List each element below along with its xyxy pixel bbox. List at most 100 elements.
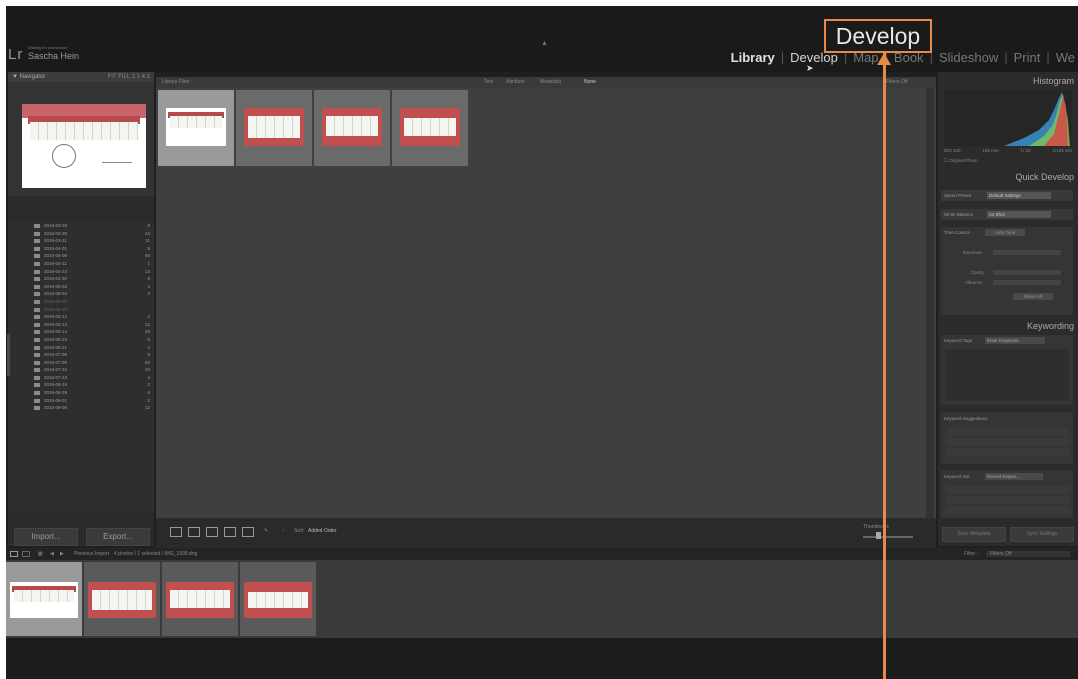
painter-icon[interactable]: ✎ — [264, 528, 268, 534]
white-balance-dropdown[interactable]: As Shot — [987, 211, 1051, 218]
sort-order-dropdown[interactable]: Added Order — [308, 528, 337, 534]
folder-item[interactable]: 2016-04-30 8 — [8, 275, 154, 283]
auto-tone-button[interactable]: Auto Tone — [985, 229, 1025, 236]
module-library[interactable]: Library — [728, 50, 778, 65]
people-view-icon[interactable] — [242, 527, 254, 537]
folder-item[interactable]: 2016-04-09 60 — [8, 252, 154, 260]
filter-attribute-option[interactable]: Attribute — [506, 77, 525, 88]
keyword-suggestions-list[interactable] — [947, 428, 1069, 458]
keywording-title[interactable]: Keywording — [1027, 321, 1074, 331]
keyword-set-list[interactable] — [947, 486, 1069, 514]
folder-count: 5 — [147, 245, 150, 251]
folder-item[interactable]: 2016-05-04 3 — [8, 290, 154, 298]
filmstrip-thumbnail[interactable] — [84, 562, 160, 636]
filter-text-option[interactable]: Text — [484, 77, 493, 88]
loupe-view-icon[interactable] — [188, 527, 200, 537]
grid-view-icon[interactable] — [170, 527, 182, 537]
folder-item[interactable]: 2016-09-01 2 — [8, 397, 154, 405]
saved-preset-row: Saved Preset Default Settings — [941, 190, 1073, 201]
grid-scrollbar[interactable] — [926, 88, 934, 528]
folder-item[interactable]: 2016-07-23 4 — [8, 374, 154, 382]
teeth — [170, 590, 230, 608]
sync-settings-button[interactable]: Sync Settings — [1010, 527, 1074, 542]
vibrance-buttons[interactable] — [993, 280, 1061, 285]
keyword-tags-field[interactable] — [945, 349, 1069, 401]
teeth — [30, 122, 138, 140]
grid-thumbnail[interactable] — [314, 90, 390, 166]
grid-thumbnail[interactable] — [392, 90, 468, 166]
thumbnail-size-slider[interactable] — [863, 536, 913, 538]
grid-thumbnail[interactable] — [158, 90, 234, 166]
folder-item[interactable]: 2016-07-08 9 — [8, 351, 154, 359]
reset-all-button[interactable]: Reset All — [1013, 293, 1053, 300]
original-photo-checkbox[interactable]: ☐ Original Photo — [944, 158, 978, 164]
folder-count: 60 — [144, 359, 150, 365]
folder-name: 2016-04-30 — [44, 276, 68, 282]
saved-preset-dropdown[interactable]: Default Settings — [987, 192, 1051, 199]
filmstrip-thumbnail[interactable] — [240, 562, 316, 636]
grid-shortcut-icon[interactable]: ▦ — [38, 548, 43, 560]
folder-item[interactable]: 2016-07-22 10 — [8, 366, 154, 374]
sync-metadata-button[interactable]: Sync Metadata — [942, 527, 1006, 542]
folder-count: 12 — [144, 405, 150, 411]
quick-develop-title[interactable]: Quick Develop — [1015, 172, 1074, 182]
folder-name: 2016-05-12 — [44, 314, 68, 320]
grid-thumbnail[interactable] — [236, 90, 312, 166]
module-web[interactable]: We — [1053, 50, 1078, 65]
filter-metadata-option[interactable]: Metadata — [540, 77, 561, 88]
folder-item[interactable]: 2016-05-14 29 — [8, 328, 154, 336]
photo — [244, 108, 304, 146]
folder-name: 2016-04-09 — [44, 253, 68, 259]
folder-item[interactable]: 2016-09-08 12 — [8, 404, 154, 412]
folder-icon — [34, 398, 40, 403]
survey-view-icon[interactable] — [224, 527, 236, 537]
folder-icon — [34, 322, 40, 327]
forward-arrow-icon[interactable]: ▶ — [60, 548, 64, 560]
folder-item[interactable]: 2016-05-23 6 — [8, 336, 154, 344]
module-slideshow[interactable]: Slideshow — [936, 50, 1001, 65]
filter-none-option[interactable]: None — [584, 77, 596, 88]
sort-direction-icon[interactable]: ↕ — [282, 528, 285, 534]
filter-preset-dropdown[interactable]: Filters Off — [886, 77, 908, 88]
left-panel-collapse-handle[interactable] — [7, 334, 10, 376]
clarity-buttons[interactable] — [993, 270, 1061, 275]
navigator-header[interactable]: ▼ Navigator FIT FILL 1:1 4:1 — [8, 72, 154, 82]
filmstrip-filter-dropdown[interactable]: Filters Off — [986, 551, 1070, 557]
collapse-top-panel-icon[interactable]: ▲ — [541, 40, 548, 47]
folder-item[interactable]: 2016-05-02 3 — [8, 283, 154, 291]
thumbnail-size-knob[interactable] — [876, 532, 881, 539]
folder-item[interactable]: 2016-03-31 11 — [8, 237, 154, 245]
folder-item[interactable]: 2016-03-28 8 — [8, 222, 154, 230]
exposure-buttons[interactable] — [993, 250, 1061, 255]
folder-item[interactable]: 2016-05-10 — [8, 306, 154, 314]
filmstrip-thumbnail[interactable] — [162, 562, 238, 636]
white-balance-label: White Balance — [944, 212, 974, 217]
folder-item[interactable]: 2016-08-29 6 — [8, 389, 154, 397]
folder-item[interactable]: 2016-06-21 4 — [8, 344, 154, 352]
folder-icon — [34, 337, 40, 342]
photo — [322, 108, 382, 146]
folder-item[interactable]: 2016-03-30 24 — [8, 230, 154, 238]
keyword-tags-dropdown[interactable]: Enter Keywords — [985, 337, 1045, 344]
folder-item[interactable]: 2016-04-24 13 — [8, 268, 154, 276]
folder-item[interactable]: 2016-07-09 60 — [8, 359, 154, 367]
folder-item[interactable]: 2016-04-11 1 — [8, 260, 154, 268]
folder-item[interactable]: 2016-05-13 12 — [8, 321, 154, 329]
folder-item[interactable]: 2016-08-18 2 — [8, 381, 154, 389]
filmstrip-source[interactable]: Previous Import — [74, 548, 109, 560]
export-button[interactable]: Export... — [86, 528, 150, 546]
folder-item[interactable]: 2016-05-12 2 — [8, 313, 154, 321]
compare-view-icon[interactable] — [206, 527, 218, 537]
histogram-title[interactable]: Histogram — [1033, 76, 1074, 86]
second-window-icon[interactable] — [22, 551, 30, 557]
filmstrip-thumbnail[interactable] — [6, 562, 82, 636]
back-arrow-icon[interactable]: ◀ — [50, 548, 54, 560]
keyword-set-dropdown[interactable]: Recent Keywo... — [985, 473, 1043, 480]
main-window-icon[interactable] — [10, 551, 18, 557]
folder-item[interactable]: 2016-05-05 — [8, 298, 154, 306]
navigator-zoom-options[interactable]: FIT FILL 1:1 4:1 — [108, 72, 150, 82]
folder-item[interactable]: 2016-04-01 5 — [8, 245, 154, 253]
module-print[interactable]: Print — [1011, 50, 1044, 65]
folder-count: 2 — [147, 397, 150, 403]
import-button[interactable]: Import... — [14, 528, 78, 546]
